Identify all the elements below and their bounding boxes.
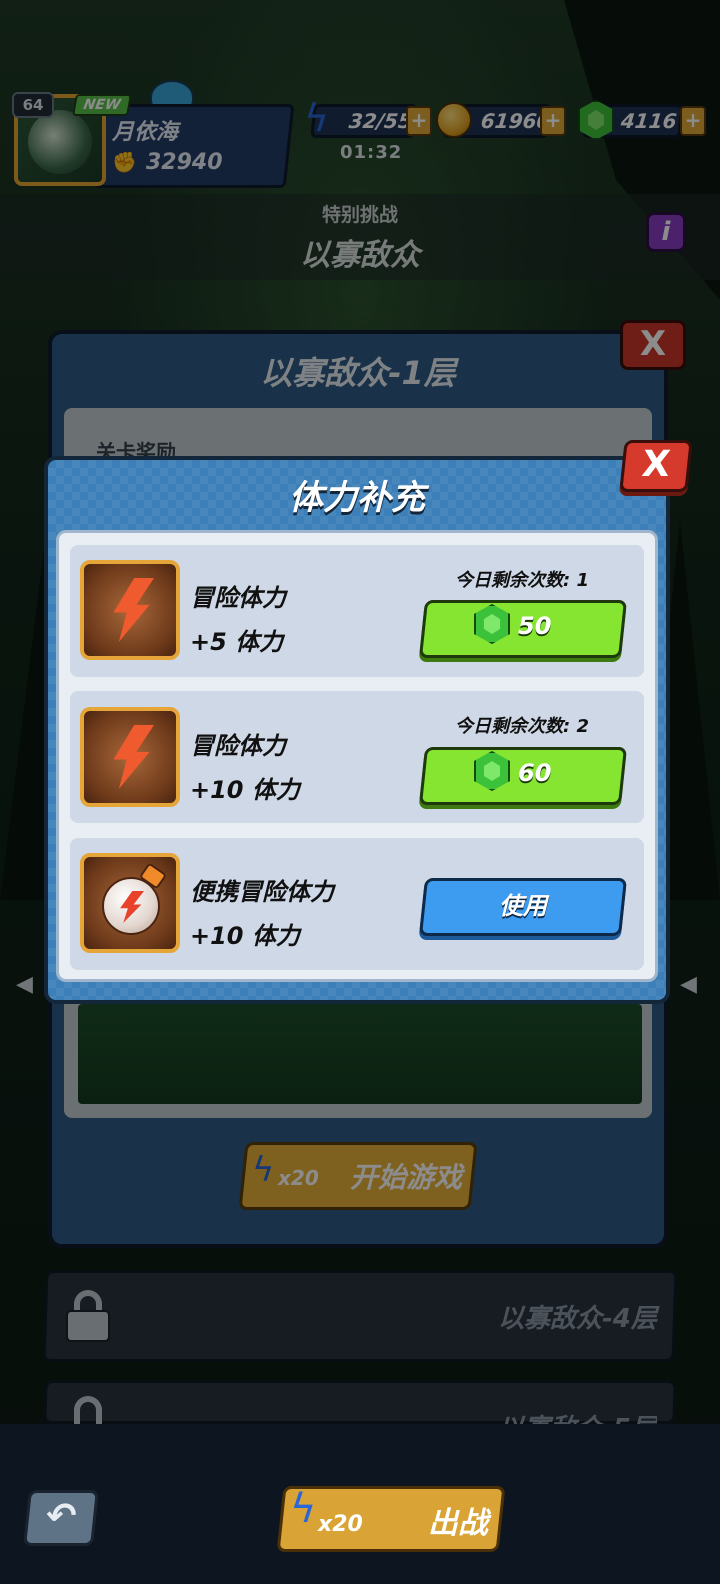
energy-bolt-icon (80, 707, 180, 807)
battle-energy-cost: x20 (318, 1512, 363, 1537)
gem-cost: 50 (518, 612, 552, 640)
refill-item-amount: +10 体力 (190, 776, 300, 804)
refill-item-amount: +5 体力 (190, 628, 284, 656)
refill-item-name: 冒险体力 (190, 584, 286, 612)
remaining-count-label: 今日剩余次数: 1 (455, 570, 589, 591)
back-button[interactable]: ↶ (23, 1490, 99, 1546)
refill-item-amount: +10 体力 (190, 922, 300, 950)
refill-item-name: 冒险体力 (190, 732, 286, 760)
energy-bolt-icon (80, 560, 180, 660)
refill-item-name: 便携冒险体力 (190, 878, 334, 906)
remaining-count-label: 今日剩余次数: 2 (455, 716, 589, 737)
use-item-label: 使用 (499, 892, 547, 920)
energy-potion-icon (80, 853, 180, 953)
gem-cost: 60 (518, 759, 552, 787)
battle-label: 出战 (428, 1506, 488, 1541)
modal-close-button[interactable]: X (619, 440, 693, 492)
energy-bolt-icon: ϟ (290, 1486, 317, 1532)
modal-title: 体力补充 (289, 478, 425, 518)
